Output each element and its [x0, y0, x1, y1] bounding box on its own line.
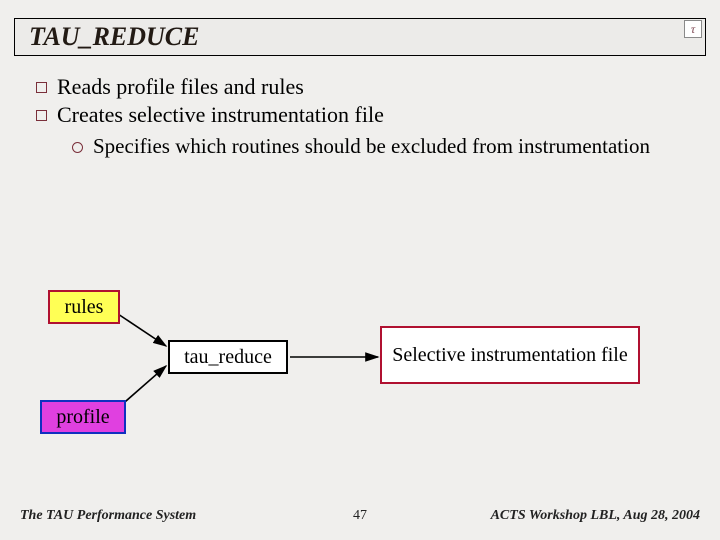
square-bullet-icon	[36, 110, 47, 121]
bullet-text: Creates selective instrumentation file	[57, 102, 384, 128]
sub-bullet-list: Specifies which routines should be exclu…	[72, 134, 686, 159]
list-item: Reads profile files and rules	[36, 74, 686, 100]
square-bullet-icon	[36, 82, 47, 93]
circle-bullet-icon	[72, 142, 83, 153]
title-bar: TAU_REDUCE	[14, 18, 706, 56]
diagram: rules profile tau_reduce Selective instr…	[0, 290, 720, 470]
diagram-box-profile: profile	[40, 400, 126, 434]
list-item: Specifies which routines should be exclu…	[72, 134, 686, 159]
diagram-box-tool: tau_reduce	[168, 340, 288, 374]
bullet-text: Reads profile files and rules	[57, 74, 304, 100]
slide-title: TAU_REDUCE	[29, 22, 200, 52]
diagram-box-rules: rules	[48, 290, 120, 324]
tau-logo-icon: τ	[684, 20, 702, 38]
list-item: Creates selective instrumentation file	[36, 102, 686, 128]
sub-bullet-text: Specifies which routines should be exclu…	[93, 134, 650, 159]
bullet-list: Reads profile files and rules Creates se…	[36, 74, 686, 159]
footer-right: ACTS Workshop LBL, Aug 28, 2004	[491, 508, 700, 524]
diagram-box-output: Selective instrumentation file	[380, 326, 640, 384]
